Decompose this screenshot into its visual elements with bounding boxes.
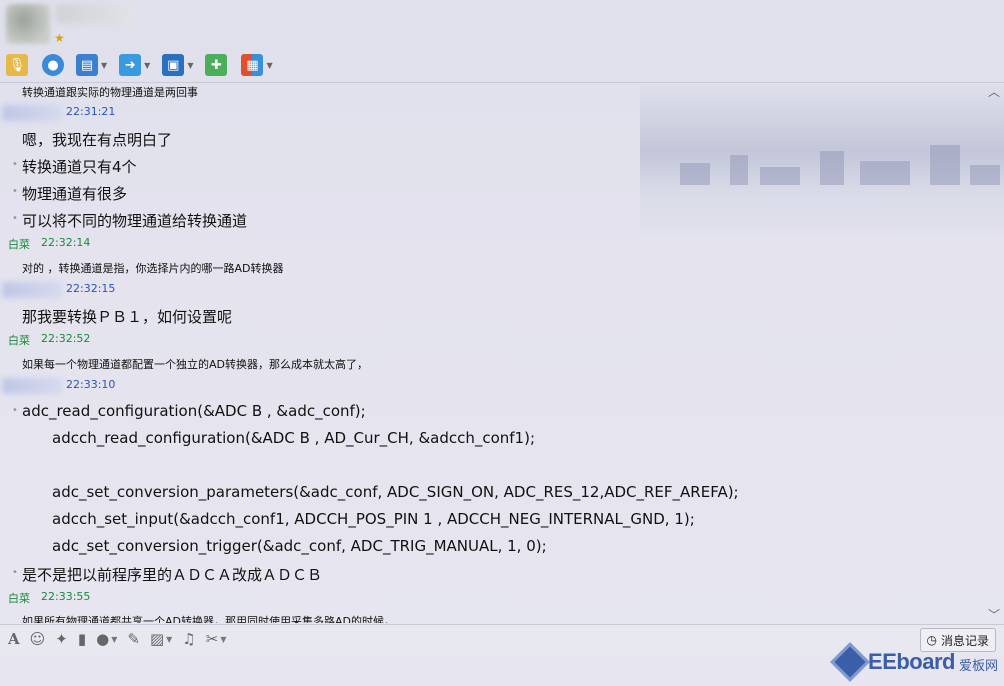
code-line: adcch_read_configuration(&ADC B , AD_Cur… [52,429,536,447]
contact-name [56,4,136,24]
chevron-down-icon[interactable]: ▼ [220,635,226,644]
message-text: 转换通道只有4个 [22,158,137,176]
shake-button[interactable]: ✦ [55,630,68,648]
screen-share-icon: ▤ [76,54,98,76]
chevron-down-icon[interactable]: ▼ [266,61,272,70]
message-text: 物理通道有很多 [22,185,128,203]
scissors-icon: ✂ [205,630,219,648]
code-line: adc_set_conversion_trigger(&adc_conf, AD… [52,537,547,555]
edit-icon: ✎ [127,630,140,648]
video-button[interactable]: ● [42,52,64,78]
apps-button[interactable]: ▦ ▼ [241,52,278,78]
font-button[interactable]: A [8,630,20,648]
emoji-button[interactable]: ☺ [30,630,46,648]
apps-icon: ▦ [241,54,264,76]
sender-name: 白菜 [8,334,30,347]
message-time: 22:32:14 [41,236,91,249]
message-time: 22:32:52 [41,332,91,345]
message-history-label: 消息记录 [940,633,989,648]
watermark-sub: 爱板网 [958,658,998,674]
code-line: adc_read_configuration(&ADC B , &adc_con… [22,402,366,420]
chat-toolbar: 🎙 ● ▤ ▼ ➜ ▼ ▣ ▼ ✚ ▦ ▼ [6,52,279,78]
message-text: 那我要转换ＰＢ１，如何设置呢 [22,308,233,326]
bullet-icon: • [12,159,18,170]
watermark-brand: EEboard [868,649,955,674]
bullet-icon: • [12,186,18,197]
video-icon: ● [42,54,64,76]
voice-icon: 🎙 [6,54,28,76]
watermark: EEboard 爱板网 [830,642,998,682]
music-icon: ♫ [182,630,196,648]
voice-button[interactable]: 🎙 [6,52,28,78]
chevron-down-icon[interactable]: ▼ [166,635,172,644]
chevron-down-icon[interactable]: ▼ [144,61,150,70]
chevron-down-icon[interactable]: ▼ [111,635,117,644]
message-text: 转换通道跟实际的物理通道是两回事 [22,86,198,99]
file-transfer-icon: ➜ [119,54,142,76]
shake-icon: ✦ [55,630,68,648]
sender-name [2,378,62,394]
contact-avatar[interactable] [6,4,50,44]
edit-button[interactable]: ✎ [127,630,140,648]
bullet-icon: • [12,405,18,416]
image-button[interactable]: ▨ ▼ [150,630,172,648]
sender-name: 白菜 [8,592,30,605]
message-text: 可以将不同的物理通道给转换通道 [22,212,248,230]
create-discussion-icon: ✚ [205,54,228,76]
magic-expression-icon: ▮ [77,630,87,648]
message-list[interactable]: 转换通道跟实际的物理通道是两回事 22:31:21 嗯，我现在有点明白了 • 转… [0,83,990,623]
sender-name: 白菜 [8,238,30,251]
message-text: 是不是把以前程序里的ＡＤＣＡ改成ＡＤＣＢ [22,566,323,584]
voice-message-button[interactable]: ● ▼ [96,630,117,648]
magic-expression-button[interactable]: ▮ [78,630,86,648]
sender-name [2,105,62,121]
scroll-up-icon[interactable]: ︿ [988,83,1000,100]
remote-desktop-icon: ▣ [162,54,185,76]
message-text: 如果每一个物理通道都配置一个独立的AD转换器，那么成本就太高了， [22,358,368,371]
code-line: adcch_set_input(&adcch_conf1, ADCCH_POS_… [52,510,695,528]
chevron-down-icon[interactable]: ▼ [101,61,107,70]
screenshot-button[interactable]: ✂ ▼ [206,630,227,648]
chat-header: ★ 🎙 ● ▤ ▼ ➜ ▼ ▣ ▼ ✚ ▦ ▼ [0,0,1004,82]
message-time: 22:33:10 [66,378,116,391]
microphone-icon: ● [96,630,110,648]
remote-desktop-button[interactable]: ▣ ▼ [162,52,199,78]
music-button[interactable]: ♫ [182,630,195,648]
message-text: 嗯，我现在有点明白了 [22,131,173,149]
message-text: 对的 ，转换通道是指，你选择片内的哪一路AD转换器 [22,262,284,275]
message-time: 22:31:21 [66,105,116,118]
bullet-icon: • [12,213,18,224]
image-icon: ▨ [149,630,165,648]
code-line: adc_set_conversion_parameters(&adc_conf,… [52,483,739,501]
message-text: 如果所有物理通道都共享一个AD转换器，那用同时使用采集多路AD的时候， [22,615,395,623]
clock-icon: ◷ [926,633,937,647]
eeboard-logo-icon [830,642,870,682]
screen-share-button[interactable]: ▤ ▼ [76,52,113,78]
create-discussion-button[interactable]: ✚ [205,52,228,78]
message-time: 22:33:55 [41,590,91,603]
message-time: 22:32:15 [66,282,116,295]
bullet-icon: • [12,567,18,578]
emoji-icon: ☺ [29,630,46,648]
chevron-down-icon[interactable]: ▼ [187,61,193,70]
star-icon: ★ [54,31,65,45]
sender-name [2,282,62,298]
scroll-down-icon[interactable]: ﹀ [988,606,1000,623]
file-transfer-button[interactable]: ➜ ▼ [119,52,156,78]
font-icon: A [8,630,20,648]
